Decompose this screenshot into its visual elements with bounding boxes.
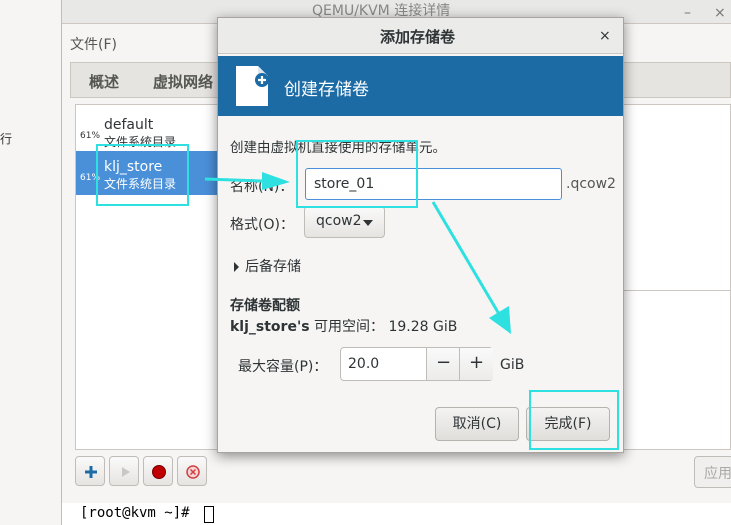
background-text-fragment: 行 xyxy=(0,132,13,146)
minimize-icon[interactable]: – xyxy=(684,2,691,24)
max-capacity-spinner: − + xyxy=(340,347,493,381)
pool-name: default xyxy=(104,117,154,133)
available-label: 可用空间： xyxy=(309,319,385,335)
max-capacity-label: 最大容量(P)： xyxy=(238,359,328,375)
divider xyxy=(618,290,731,291)
terminal-prompt: [root@kvm ~]# xyxy=(80,505,199,521)
dialog-close-icon[interactable]: × xyxy=(599,28,611,44)
play-icon xyxy=(122,467,130,477)
pool-usage: 61% xyxy=(80,131,101,141)
plus-icon xyxy=(85,466,97,478)
quota-heading: 存储卷配额 xyxy=(230,298,300,314)
name-label: 名称(N)： xyxy=(230,179,294,195)
window-close-icon[interactable]: × xyxy=(714,2,726,24)
new-volume-icon xyxy=(236,66,269,106)
add-storage-volume-dialog: 添加存储卷 × 创建存储卷 创建由虚拟机直接使用的存储单元。 名称(N)： .q… xyxy=(217,17,624,453)
annotation-box-finish-button xyxy=(529,390,619,450)
cancel-button[interactable]: 取消(C) xyxy=(435,407,519,441)
backing-store-label: 后备存储 xyxy=(245,259,301,275)
expander-arrow-icon xyxy=(234,262,239,272)
tab-overview[interactable]: 概述 xyxy=(89,71,119,92)
capacity-unit: GiB xyxy=(500,357,525,373)
tab-virtual-networks[interactable]: 虚拟网络 xyxy=(153,71,213,92)
format-dropdown[interactable]: qcow2 xyxy=(304,206,385,238)
format-value: qcow2 xyxy=(316,213,362,229)
max-capacity-input[interactable] xyxy=(342,349,426,379)
pool-name: klj_store's xyxy=(230,319,310,335)
stop-icon xyxy=(152,465,166,479)
menu-file[interactable]: 文件(F) xyxy=(70,34,117,54)
background-window-edge: 行 xyxy=(0,0,62,525)
delete-pool-button[interactable] xyxy=(177,456,207,486)
annotation-box-selected-pool xyxy=(96,144,189,206)
chevron-down-icon xyxy=(363,220,373,226)
available-space: klj_store's 可用空间： 19.28 GiB xyxy=(230,316,457,336)
delete-icon xyxy=(186,465,200,479)
stop-pool-button[interactable] xyxy=(143,456,173,486)
increment-button[interactable]: + xyxy=(459,348,493,380)
terminal[interactable]: [root@kvm ~]# xyxy=(62,503,731,525)
backing-store-expander[interactable]: 后备存储 xyxy=(234,256,301,276)
dialog-title: 添加存储卷 xyxy=(380,28,456,46)
available-value: 19.28 GiB xyxy=(384,319,458,335)
dialog-banner: 创建存储卷 xyxy=(218,56,623,116)
format-label: 格式(O)： xyxy=(230,217,294,233)
apply-button[interactable]: 应用 xyxy=(694,456,731,488)
terminal-cursor xyxy=(204,506,214,523)
start-pool-button[interactable] xyxy=(109,456,139,486)
decrement-button[interactable]: − xyxy=(426,348,460,380)
annotation-box-name-field xyxy=(296,140,418,208)
name-suffix: .qcow2 xyxy=(566,176,616,192)
add-pool-button[interactable] xyxy=(75,456,105,486)
banner-title: 创建存储卷 xyxy=(284,80,369,100)
dialog-titlebar: 添加存储卷 × xyxy=(218,18,623,54)
